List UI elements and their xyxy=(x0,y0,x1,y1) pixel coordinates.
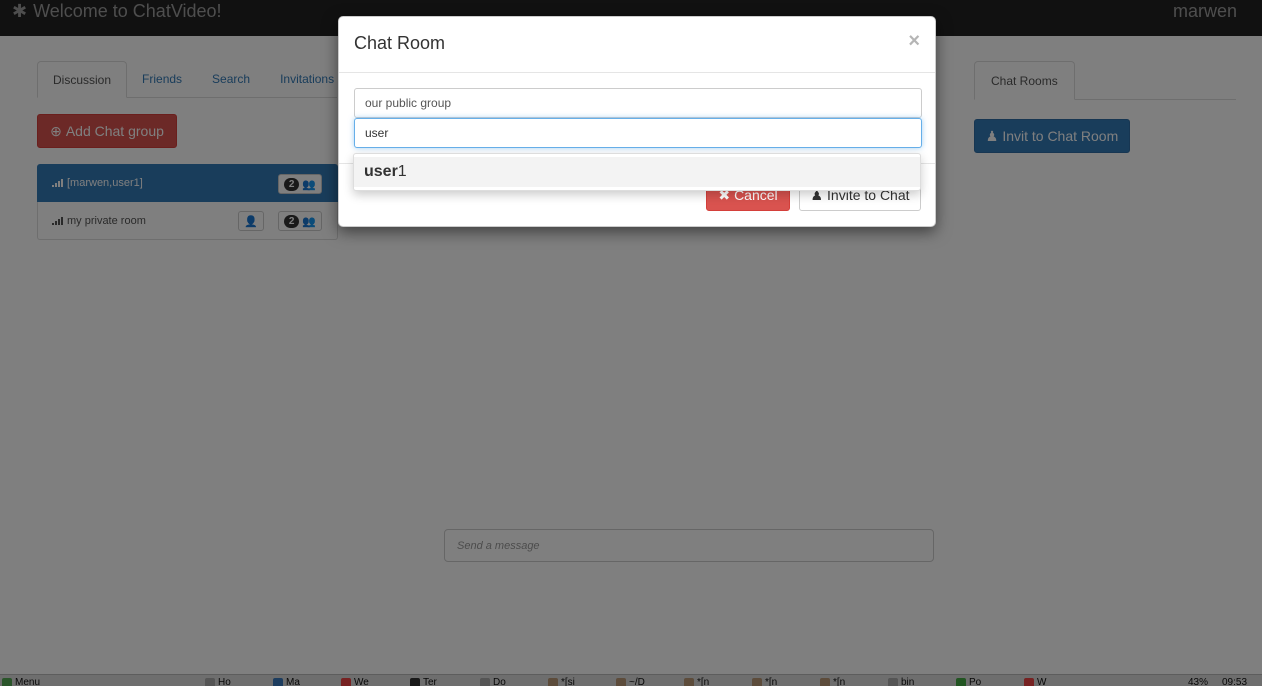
autocomplete-dropdown: user1 xyxy=(353,153,921,191)
modal-header: Chat Room × xyxy=(339,17,935,73)
close-icon[interactable]: × xyxy=(908,30,920,53)
suggestion-match: user xyxy=(364,163,398,180)
room-name-field[interactable] xyxy=(354,88,922,118)
modal-title: Chat Room xyxy=(354,33,446,53)
suggestion-rest: 1 xyxy=(397,163,407,180)
autocomplete-suggestion[interactable]: user1 xyxy=(354,157,920,187)
user-search-field[interactable] xyxy=(354,118,922,148)
